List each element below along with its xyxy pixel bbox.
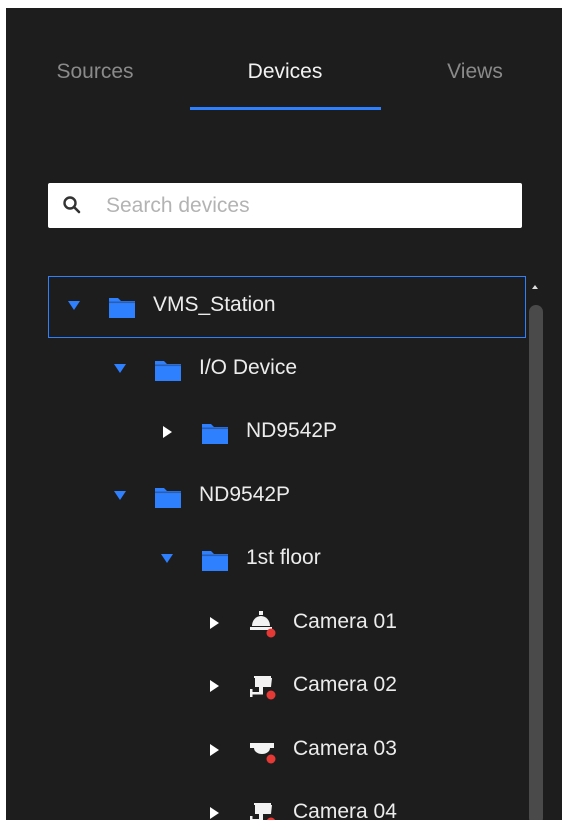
scroll-up-arrow-icon[interactable] bbox=[532, 285, 538, 289]
devices-panel: Sources Devices Views VMS_Station I/O Dev… bbox=[6, 8, 562, 820]
tab-bar: Sources Devices Views bbox=[6, 8, 562, 110]
tree-item-label: 1st floor bbox=[246, 546, 321, 569]
tree-scrollbar[interactable] bbox=[528, 285, 544, 820]
tree-item[interactable]: VMS_Station bbox=[48, 276, 526, 338]
search-input[interactable] bbox=[106, 183, 506, 228]
dome-camera-icon bbox=[247, 610, 277, 638]
tree-item-label: Camera 03 bbox=[293, 736, 397, 760]
folder-icon bbox=[200, 546, 230, 574]
tree-item-label: I/O Device bbox=[199, 355, 298, 379]
bullet-camera-icon bbox=[247, 673, 277, 701]
tree-item[interactable]: ND9542P bbox=[48, 403, 526, 465]
tree-item[interactable]: ND9542P bbox=[48, 467, 526, 529]
folder-icon bbox=[200, 419, 230, 447]
caret-down-icon[interactable] bbox=[113, 362, 127, 376]
bullet-camera-icon bbox=[247, 800, 277, 820]
tab-devices[interactable]: Devices bbox=[248, 60, 323, 84]
tree-item-label: ND9542P bbox=[246, 419, 338, 442]
search-icon bbox=[62, 195, 82, 215]
tree-item[interactable]: 1st floor bbox=[48, 530, 526, 592]
caret-right-icon[interactable] bbox=[207, 616, 221, 630]
tab-sources[interactable]: Sources bbox=[56, 60, 133, 84]
folder-icon bbox=[153, 483, 183, 511]
tree-item-label: Camera 01 bbox=[293, 609, 397, 633]
scroll-thumb[interactable] bbox=[529, 305, 543, 820]
tree-item[interactable]: Camera 02 bbox=[48, 657, 526, 719]
tree-item[interactable]: Camera 04 bbox=[48, 784, 526, 820]
tree-item[interactable]: Camera 03 bbox=[48, 721, 526, 783]
tab-views[interactable]: Views bbox=[447, 60, 503, 84]
folder-icon bbox=[107, 293, 137, 321]
search-box[interactable] bbox=[48, 183, 522, 228]
caret-down-icon[interactable] bbox=[67, 299, 81, 313]
caret-right-icon[interactable] bbox=[207, 679, 221, 693]
active-tab-indicator bbox=[190, 107, 381, 110]
tree-item-label: ND9542P bbox=[199, 482, 291, 506]
caret-right-icon[interactable] bbox=[207, 743, 221, 757]
folder-icon bbox=[153, 356, 183, 384]
fisheye-camera-icon bbox=[247, 737, 277, 765]
tree-item[interactable]: I/O Device bbox=[48, 340, 526, 402]
caret-down-icon[interactable] bbox=[113, 489, 127, 503]
device-tree: VMS_Station I/O Device ND9542P ND9542P 1st f… bbox=[6, 276, 528, 820]
tree-item-label: Camera 02 bbox=[293, 673, 397, 696]
tree-item[interactable]: Camera 01 bbox=[48, 594, 526, 656]
tree-item-label: Camera 04 bbox=[293, 800, 397, 820]
caret-down-icon[interactable] bbox=[160, 552, 174, 566]
caret-right-icon[interactable] bbox=[207, 806, 221, 820]
tree-item-label: VMS_Station bbox=[153, 293, 276, 316]
caret-right-icon[interactable] bbox=[160, 425, 174, 439]
